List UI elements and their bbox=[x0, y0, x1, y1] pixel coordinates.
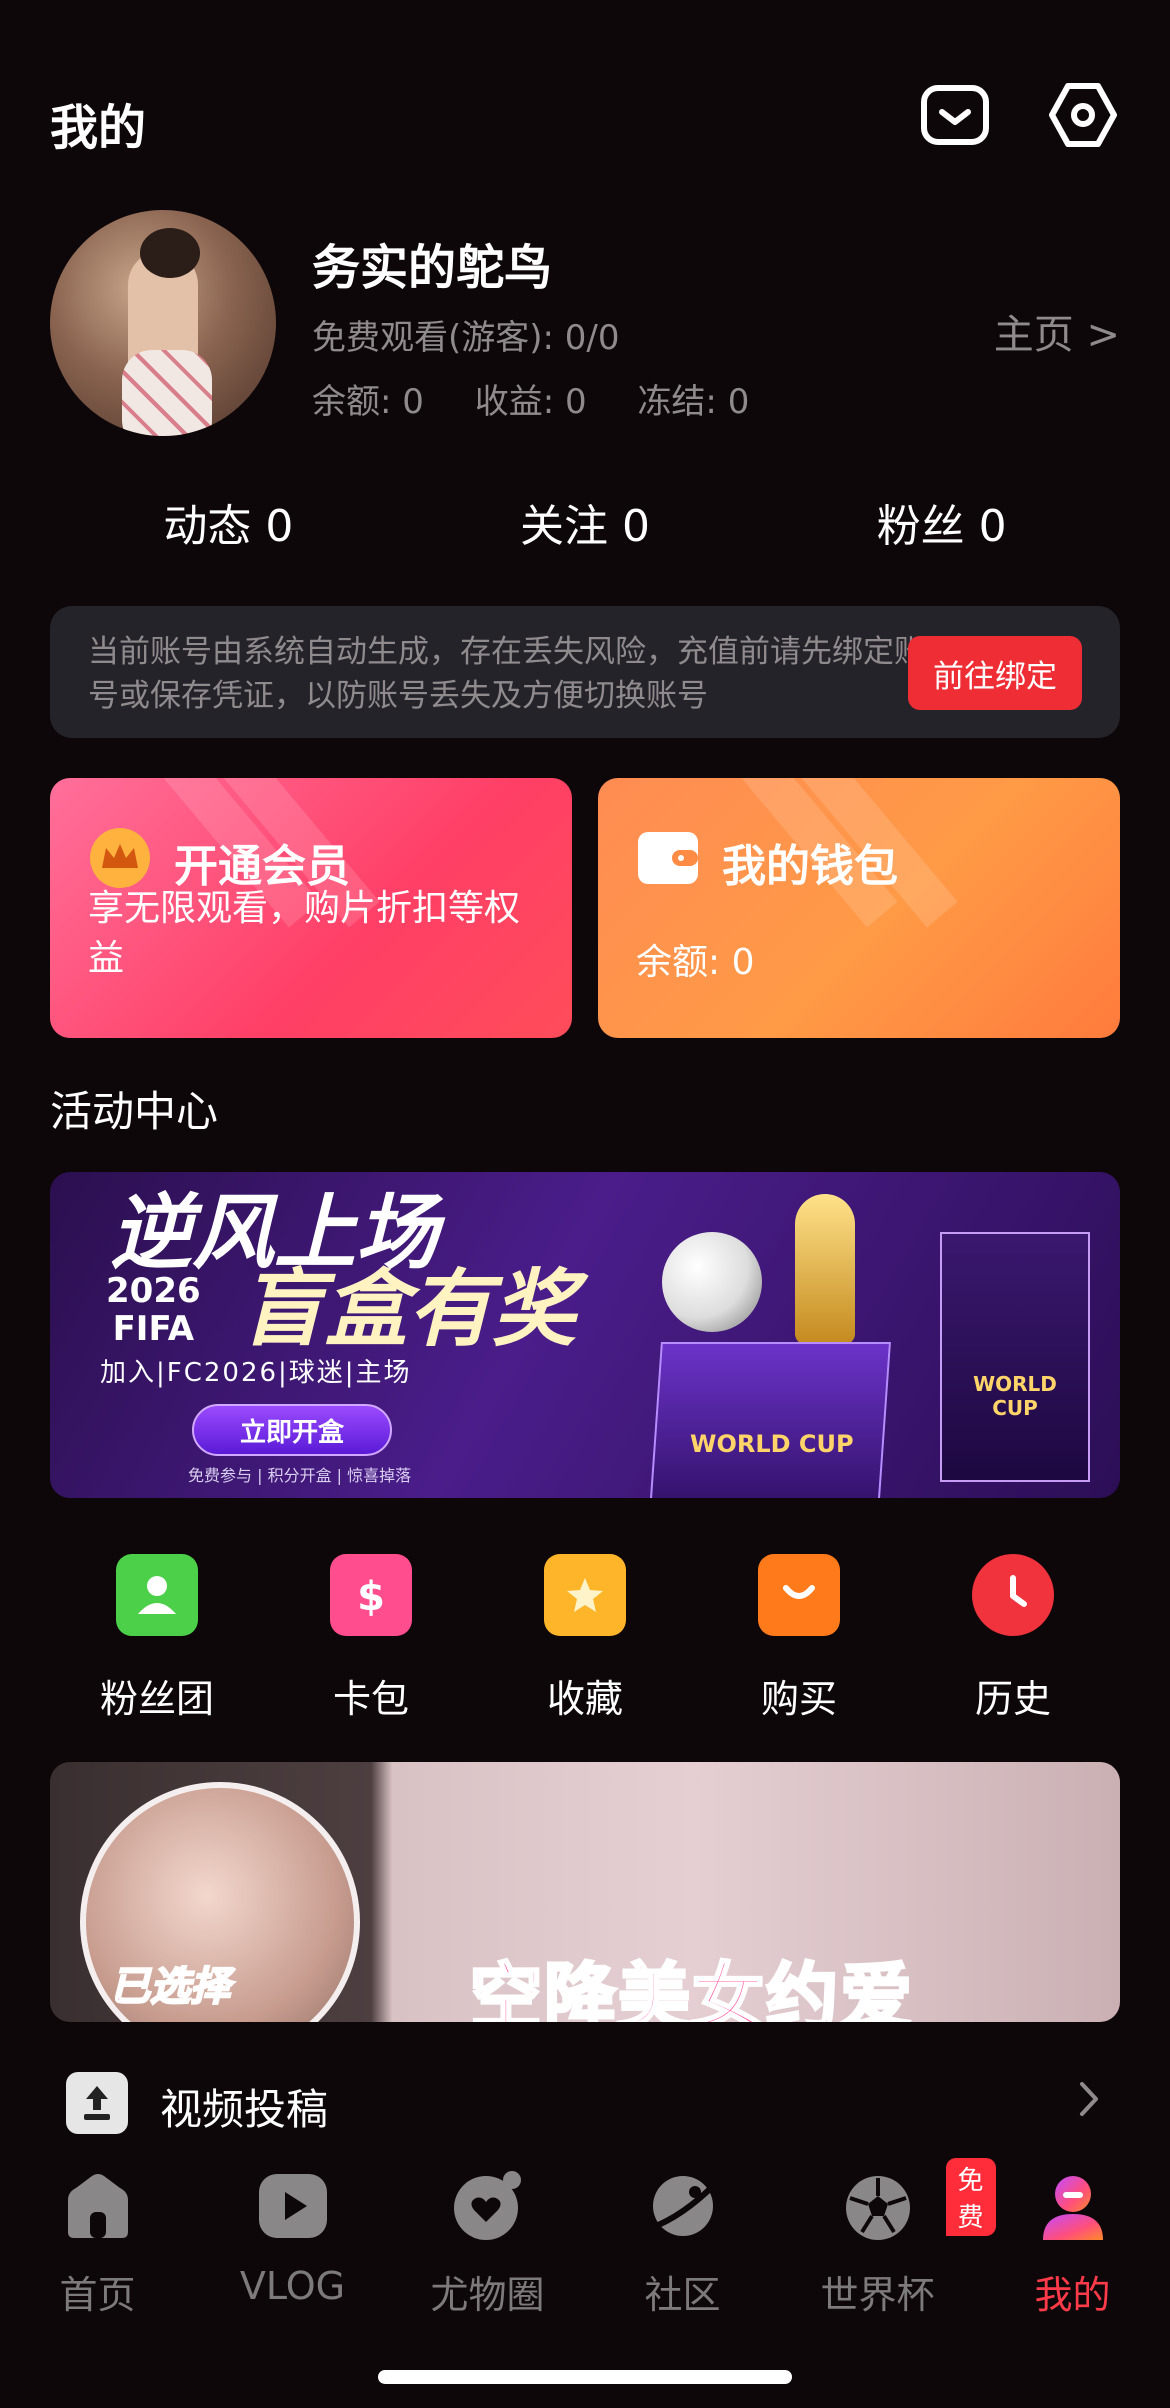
shortcut-card-wallet[interactable]: $ 卡包 bbox=[264, 1554, 478, 1724]
header: 我的 bbox=[50, 80, 1120, 160]
wallet-icon bbox=[636, 826, 700, 890]
shortcut-fan-club[interactable]: 粉丝团 bbox=[50, 1554, 264, 1724]
wallet-balance: 余额: 0 bbox=[636, 942, 755, 983]
banner-year: 2026 FIFA bbox=[106, 1272, 201, 1348]
message-icon[interactable] bbox=[920, 80, 990, 150]
banner-small-text: 免费参与 | 积分开盒 | 惊喜掉落 bbox=[188, 1466, 412, 1485]
banner-tagline: 加入|FC2026|球迷|主场 bbox=[100, 1358, 412, 1388]
shortcut-label: 收藏 bbox=[546, 1677, 623, 1721]
shortcut-label: 购买 bbox=[760, 1677, 837, 1721]
shopping-bag-icon bbox=[758, 1554, 840, 1636]
tab-label: 社区 bbox=[644, 2273, 721, 2317]
promo-ad-banner[interactable]: 已选择 空降美女约爱 bbox=[50, 1762, 1120, 2022]
favorites-icon bbox=[544, 1554, 626, 1636]
bind-account-button[interactable]: 前往绑定 bbox=[908, 636, 1082, 710]
heart-bubble-icon bbox=[448, 2166, 528, 2246]
page-title: 我的 bbox=[50, 100, 147, 156]
account-balances: 余额: 0 收益: 0 冻结: 0 bbox=[312, 374, 789, 423]
tab-vlog[interactable]: VLOG bbox=[195, 2152, 390, 2352]
video-submit-label: 视频投稿 bbox=[160, 2085, 329, 2134]
profile-icon bbox=[1033, 2166, 1113, 2246]
tab-beauty-circle[interactable]: 尤物圈 bbox=[390, 2152, 585, 2352]
tab-label: 世界杯 bbox=[820, 2273, 935, 2317]
banner-year-number: 2026 bbox=[106, 1271, 201, 1311]
tab-label: 我的 bbox=[1034, 2273, 1111, 2317]
tab-community[interactable]: 社区 bbox=[585, 2152, 780, 2352]
tab-world-cup[interactable]: 免费 世界杯 bbox=[780, 2152, 996, 2352]
shortcut-history[interactable]: 历史 bbox=[906, 1554, 1120, 1724]
soccer-ball-icon: 免费 bbox=[838, 2158, 996, 2246]
shortcut-purchase[interactable]: 购买 bbox=[692, 1554, 906, 1724]
settings-icon[interactable] bbox=[1048, 80, 1118, 150]
shortcut-label: 历史 bbox=[974, 1677, 1051, 1721]
banner-headline-2: 盲盒有奖 bbox=[240, 1260, 577, 1358]
world-cup-banner[interactable]: 逆风上场 2026 FIFA 盲盒有奖 加入|FC2026|球迷|主场 立即开盒… bbox=[50, 1172, 1120, 1498]
free-watch-quota: 免费观看(游客): 0/0 bbox=[312, 318, 620, 358]
wallet-card[interactable]: 我的钱包 余额: 0 bbox=[598, 778, 1120, 1038]
crown-icon bbox=[88, 826, 152, 890]
fan-club-icon bbox=[116, 1554, 198, 1636]
planet-icon bbox=[643, 2166, 723, 2246]
activity-section-title: 活动中心 bbox=[50, 1087, 219, 1136]
avatar[interactable] bbox=[50, 210, 276, 436]
vip-card[interactable]: 开通会员 享无限观看，购片折扣等权益 bbox=[50, 778, 572, 1038]
tab-label: 尤物圈 bbox=[430, 2273, 545, 2317]
income-text: 收益: 0 bbox=[474, 382, 587, 422]
ad-headline: 空降美女约爱 bbox=[468, 1954, 915, 2023]
frozen-text: 冻结: 0 bbox=[637, 382, 750, 422]
stat-following[interactable]: 关注 0 bbox=[407, 490, 764, 552]
play-icon bbox=[253, 2166, 333, 2246]
notice-text: 当前账号由系统自动生成，存在丢失风险，充值前请先绑定账号或保存凭证，以防账号丢失… bbox=[88, 634, 925, 714]
tab-mine[interactable]: 我的 bbox=[975, 2152, 1170, 2352]
lucky-box-image bbox=[940, 1232, 1090, 1482]
balance-text: 余额: 0 bbox=[312, 382, 424, 422]
soccer-ball-image bbox=[662, 1232, 762, 1332]
shortcut-label: 卡包 bbox=[332, 1677, 409, 1721]
profile-page: 我的 务实的鸵鸟 免费观看(游客): 0/0 余额: 0 收益: 0 冻结: 0… bbox=[0, 0, 1170, 2408]
homepage-link[interactable]: 主页 > bbox=[994, 302, 1120, 360]
mystery-box-image bbox=[649, 1342, 891, 1498]
svg-text:$: $ bbox=[357, 1574, 385, 1620]
wallet-card-title: 我的钱包 bbox=[722, 841, 898, 892]
lucky-box-label: WORLD CUP bbox=[973, 1372, 1057, 1420]
ad-chosen-label: 已选择 bbox=[109, 1963, 231, 2011]
video-submit-row[interactable]: 视频投稿 bbox=[50, 2066, 1120, 2136]
tab-label: VLOG bbox=[239, 2264, 346, 2308]
nickname: 务实的鸵鸟 bbox=[312, 240, 553, 296]
home-icon bbox=[58, 2166, 138, 2246]
stats-row: 动态 0 关注 0 粉丝 0 bbox=[50, 490, 1120, 552]
box-label: WORLD CUP bbox=[690, 1430, 854, 1458]
stat-followers[interactable]: 粉丝 0 bbox=[763, 490, 1120, 552]
stat-posts[interactable]: 动态 0 bbox=[50, 490, 407, 552]
trophy-image bbox=[795, 1194, 855, 1344]
tab-label: 首页 bbox=[59, 2273, 136, 2317]
vip-card-desc: 享无限观看，购片折扣等权益 bbox=[88, 888, 521, 979]
upload-icon bbox=[66, 2072, 128, 2134]
banner-fifa: FIFA bbox=[112, 1309, 195, 1349]
card-wallet-icon: $ bbox=[330, 1554, 412, 1636]
home-indicator[interactable] bbox=[378, 2370, 792, 2384]
bottom-tab-bar: 首页 VLOG 尤物圈 社区 免费 世界杯 我的 bbox=[0, 2152, 1170, 2352]
bind-account-notice: 当前账号由系统自动生成，存在丢失风险，充值前请先绑定账号或保存凭证，以防账号丢失… bbox=[50, 606, 1120, 738]
open-box-button[interactable]: 立即开盒 bbox=[192, 1404, 392, 1456]
history-clock-icon bbox=[972, 1554, 1054, 1636]
chevron-right-icon bbox=[1070, 2074, 1110, 2124]
tab-home[interactable]: 首页 bbox=[0, 2152, 195, 2352]
shortcut-grid: 粉丝团 $ 卡包 收藏 购买 历史 bbox=[50, 1554, 1120, 1724]
shortcut-label: 粉丝团 bbox=[99, 1677, 214, 1721]
shortcut-favorites[interactable]: 收藏 bbox=[478, 1554, 692, 1724]
